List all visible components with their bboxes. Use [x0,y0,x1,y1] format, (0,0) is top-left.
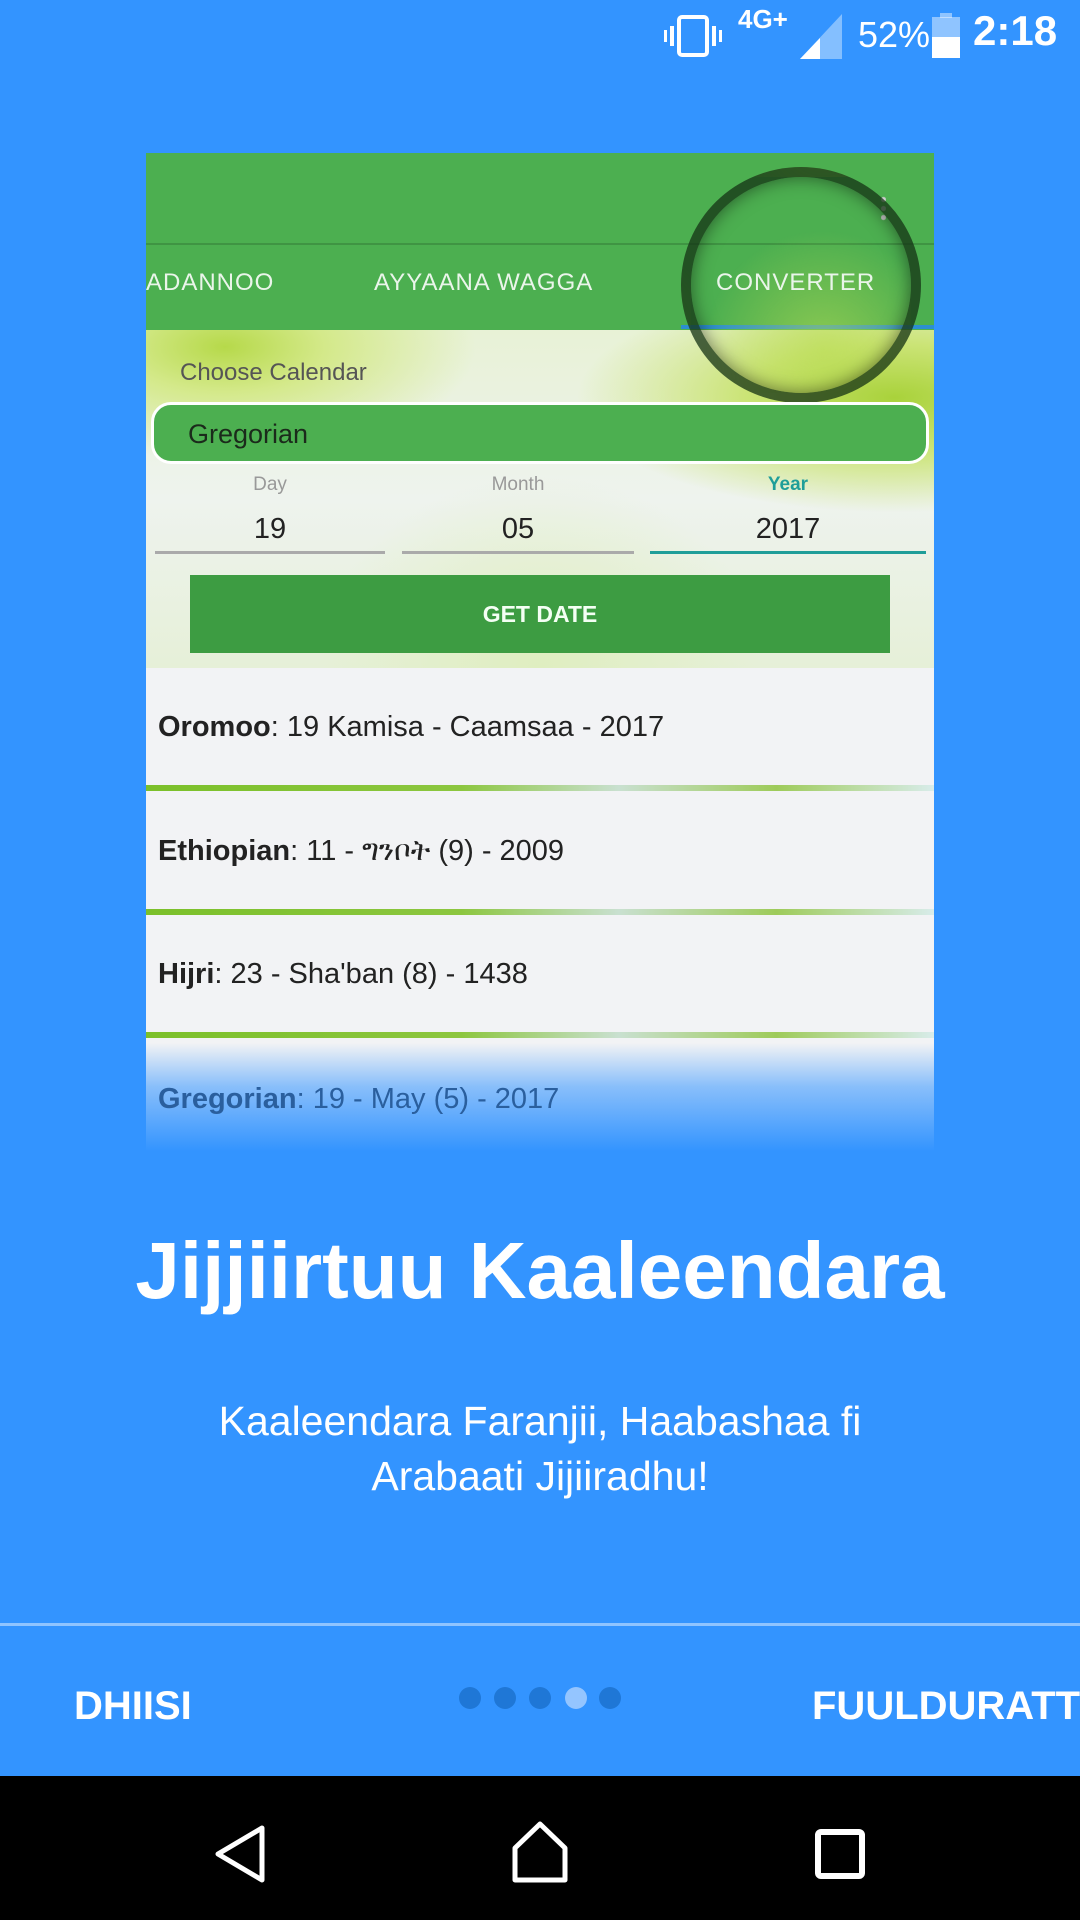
list-divider [146,909,934,915]
month-value: 05 [501,513,535,545]
page-title: Jijjiirtuu Kaaleendara [135,1226,945,1315]
subtitle-line-2: Arabaati Jijiiradhu! [371,1453,709,1499]
month-label: Month [491,474,545,495]
tab-adannoo: ADANNOO [146,269,275,296]
navigation-bar [0,1776,1080,1920]
list-divider [146,1032,934,1038]
page-dot [529,1687,551,1709]
day-value: 19 [253,513,287,545]
get-date-button: GET DATE [190,575,890,653]
app-preview-image: ADANNOO AYYAANA WAGGA CONVERTER Choose C… [146,153,934,1151]
footer-divider [0,1623,1080,1626]
year-value: 2017 [755,513,821,545]
choose-calendar-label: Choose Calendar [180,359,367,386]
page-dot [494,1687,516,1709]
skip-button[interactable]: DHIISI [74,1683,192,1729]
result-ethiopian: Ethiopian: 11 - ግንቦት (9) - 2009 [158,835,565,867]
battery-percent: 52% [858,14,931,55]
result-gregorian: Gregorian: 19 - May (5) - 2017 [158,1083,560,1115]
recent-apps-icon[interactable] [814,1828,870,1882]
year-underline [650,551,926,554]
page-dot [599,1687,621,1709]
subtitle-line-1: Kaaleendara Faranjii, Haabashaa fi [218,1398,862,1444]
day-label: Day [253,474,287,495]
page-dot [459,1687,481,1709]
tab-converter: CONVERTER [716,269,876,296]
signal-icon [800,14,842,59]
next-button[interactable]: FUULDURATTI [812,1683,1080,1729]
network-type: 4G+ [738,4,788,34]
home-icon[interactable] [510,1820,570,1884]
month-underline [402,551,634,554]
result-oromoo: Oromoo: 19 Kamisa - Caamsaa - 2017 [158,711,665,743]
calendar-value: Gregorian [188,419,309,449]
list-divider [146,785,934,791]
vibrate-icon [664,15,722,57]
battery-icon [932,13,960,58]
result-hijri: Hijri: 23 - Sha'ban (8) - 1438 [158,958,528,990]
page-dot-active [565,1687,587,1709]
clock: 2:18 [973,7,1058,54]
calendar-dropdown: Gregorian [151,402,929,464]
status-bar: 4G+ 52% 2:18 [0,0,1080,75]
year-label: Year [767,474,809,495]
preview-tab-labels: ADANNOO AYYAANA WAGGA CONVERTER [146,245,934,330]
tab-ayyaana-wagga: AYYAANA WAGGA [374,269,594,296]
day-underline [155,551,385,554]
back-icon[interactable] [212,1824,268,1884]
